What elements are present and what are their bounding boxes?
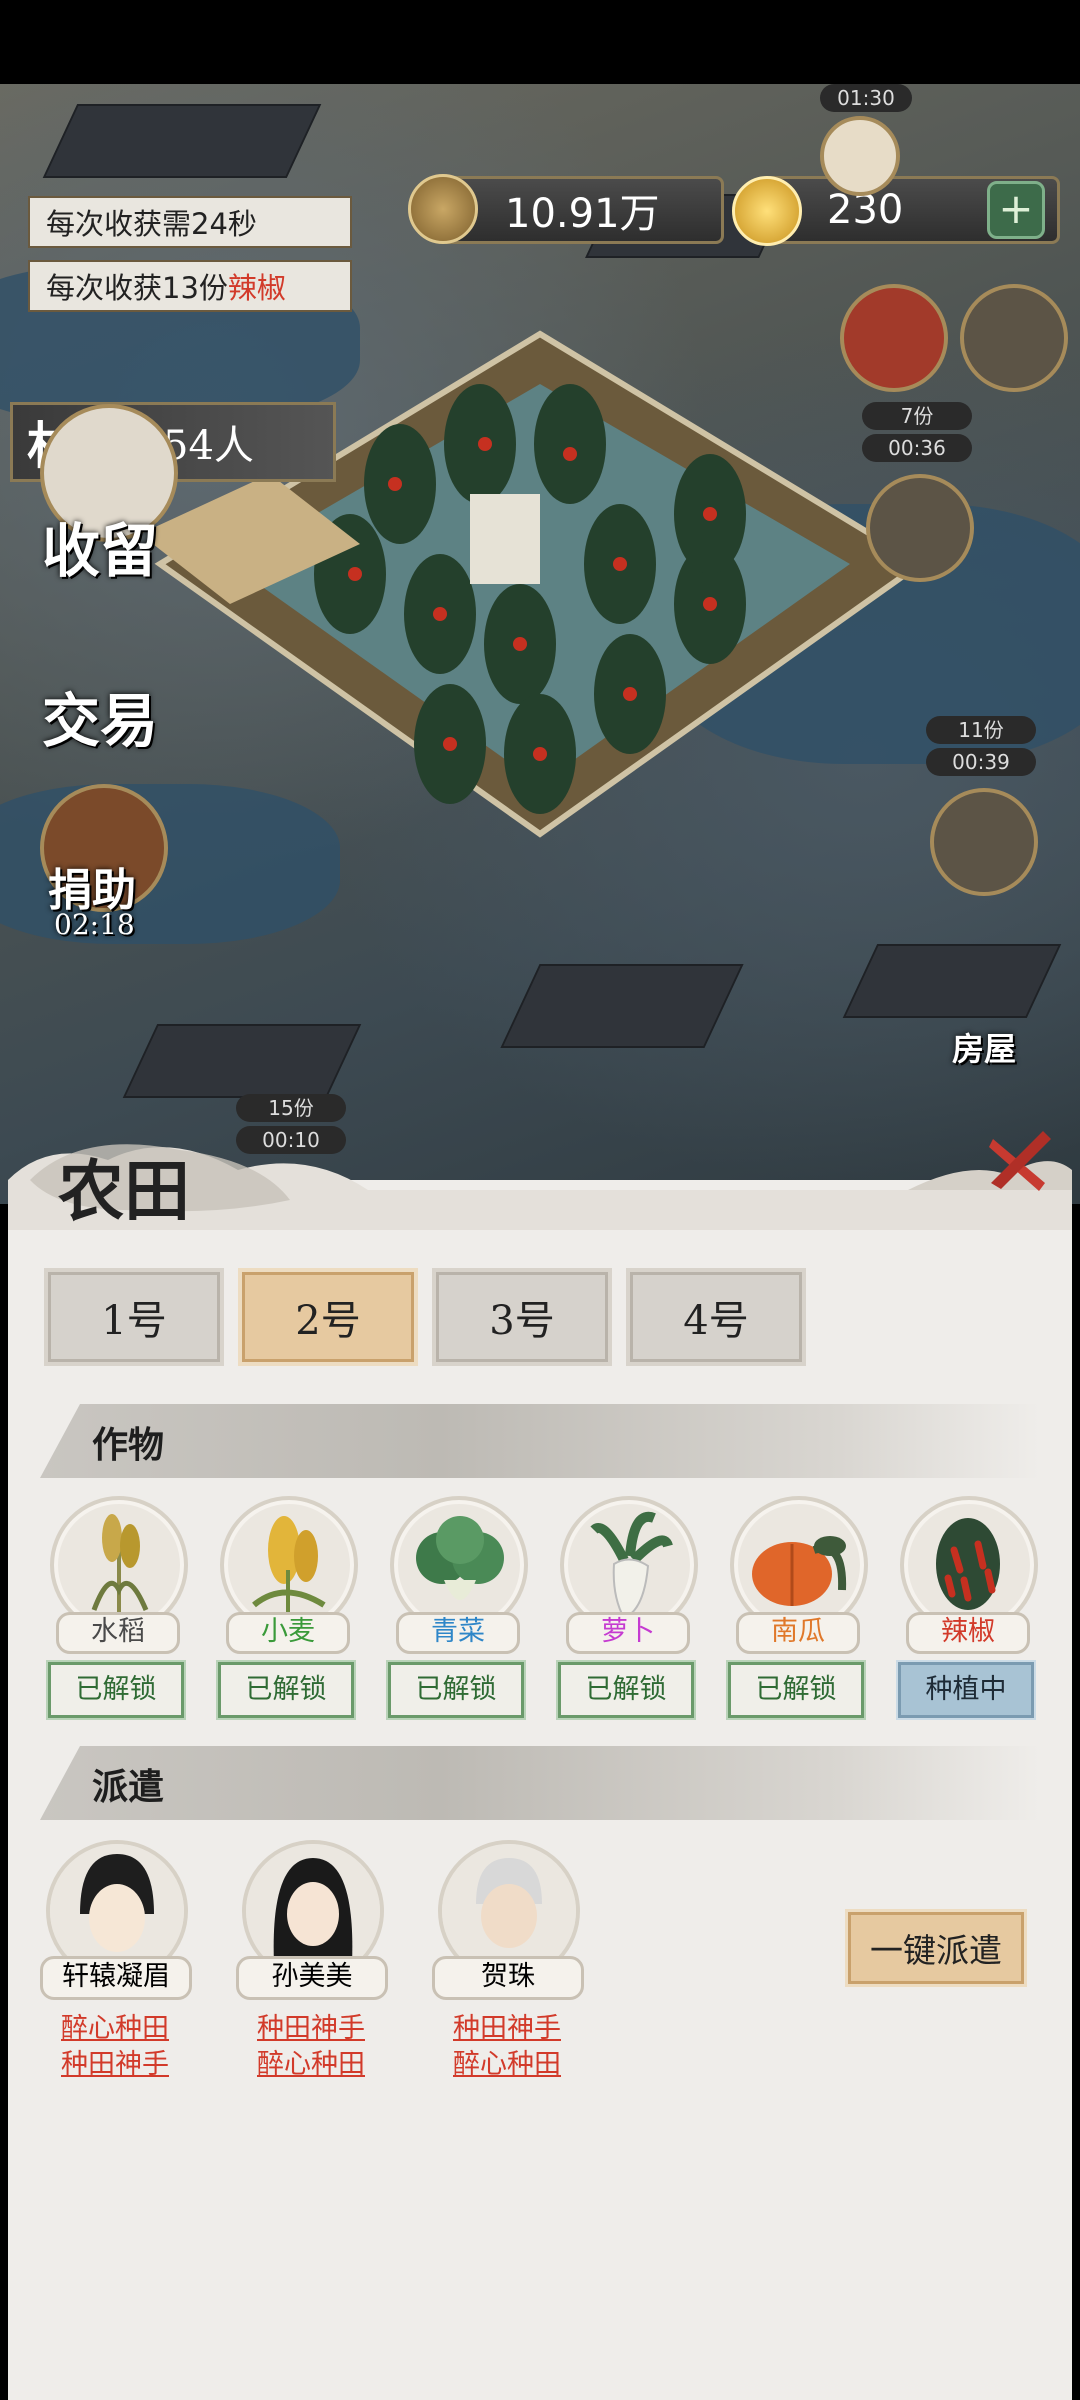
npc-avatar-icon[interactable] [820,116,900,196]
worker-skill[interactable]: 种田神手 [40,2042,190,2081]
crop-status[interactable]: 已解锁 [556,1660,696,1720]
worker-skill[interactable]: 种田神手 [236,2006,386,2045]
field-chili-icon[interactable] [866,474,974,582]
worker-skill[interactable]: 种田神手 [432,2006,582,2045]
worker-skill[interactable]: 醉心种田 [432,2042,582,2081]
field-badge-count: 11份 [926,716,1036,744]
tab-field-3[interactable]: 3号 [432,1268,612,1366]
crops-section-title: 作物 [92,1424,165,1466]
dispatch-section-title: 派遣 [92,1766,165,1808]
building-roof [42,104,322,178]
dispatch-section-header: 派遣 [40,1746,1040,1820]
building-roof [842,944,1062,1018]
tab-field-2[interactable]: 2号 [238,1268,418,1366]
crop-name: 小麦 [226,1612,350,1654]
worker-name: 孙美美 [236,1956,388,2000]
crop-item-radish[interactable]: 萝卜 已解锁 [550,1496,700,1726]
status-bar [0,0,1080,84]
crop-status[interactable]: 已解锁 [216,1660,356,1720]
crop-item-wheat[interactable]: 小麦 已解锁 [210,1496,360,1726]
crop-status[interactable]: 已解锁 [46,1660,186,1720]
crop-item-pumpkin[interactable]: 南瓜 已解锁 [720,1496,870,1726]
gold-ingot-icon [732,176,802,246]
crop-item-rice[interactable]: 水稻 已解锁 [40,1496,190,1726]
event-timer: 01:30 [820,84,912,112]
worker-card[interactable]: 轩辕凝眉 醉心种田 种田神手 [40,1840,192,2100]
worker-card[interactable]: 贺珠 种田神手 醉心种田 [432,1840,584,2100]
crop-item-greens[interactable]: 青菜 已解锁 [380,1496,530,1726]
building-roof [122,1024,362,1098]
harvest-time-info: 每次收获需24秒 [28,196,352,248]
field-crab-icon[interactable] [930,788,1038,896]
worker-skill[interactable]: 醉心种田 [236,2042,386,2081]
crops-section-header: 作物 [40,1404,1040,1478]
worker-name: 贺珠 [432,1956,584,2000]
money-counter[interactable]: 10.91万 [440,176,724,244]
harvest-crop-name: 辣椒 [227,271,286,305]
worker-name: 轩辕凝眉 [40,1956,192,2000]
money-value: 10.91万 [505,191,660,237]
crop-name: 青菜 [396,1612,520,1654]
copper-coin-icon [408,174,478,244]
tab-field-1[interactable]: 1号 [44,1268,224,1366]
shelter-button[interactable]: 收留 [42,504,158,588]
house-label[interactable]: 房屋 [952,1024,1016,1070]
crop-name: 辣椒 [906,1612,1030,1654]
trade-button[interactable]: 交易 [42,674,158,758]
donate-timer: 02:18 [54,908,135,941]
panel-title: 农田 [58,1152,190,1230]
game-map[interactable]: 每次收获需24秒 每次收获13份辣椒 10.91万 230 + 01:30 村民… [0,84,1080,1204]
crop-status[interactable]: 种植中 [896,1660,1036,1720]
crop-name: 水稻 [56,1612,180,1654]
field-badge-time: 00:39 [926,748,1036,776]
crop-status[interactable]: 已解锁 [386,1660,526,1720]
chili-farm[interactable] [150,314,930,874]
field-badge-time: 00:36 [862,434,972,462]
crop-status[interactable]: 已解锁 [726,1660,866,1720]
harvest-amount-text: 每次收获13份 [46,271,228,305]
close-icon[interactable] [985,1125,1055,1195]
crop-name: 萝卜 [566,1612,690,1654]
field-badge-count: 15份 [236,1094,346,1122]
worker-skill[interactable]: 醉心种田 [40,2006,190,2045]
quest-scroll-icon[interactable] [840,284,948,392]
one-click-dispatch-button[interactable]: 一键派遣 [845,1909,1027,1987]
gold-counter[interactable]: 230 + [764,176,1060,244]
settings-gear-icon[interactable] [960,284,1068,392]
crop-item-chili[interactable]: 辣椒 种植中 [890,1496,1040,1726]
field-badge-count: 7份 [862,402,972,430]
add-gold-icon[interactable]: + [987,181,1045,239]
harvest-time-text: 每次收获需24秒 [46,207,257,241]
worker-card[interactable]: 孙美美 种田神手 醉心种田 [236,1840,388,2100]
harvest-amount-info: 每次收获13份 辣椒 [28,260,352,312]
crop-name: 南瓜 [736,1612,860,1654]
tab-field-4[interactable]: 4号 [626,1268,806,1366]
building-roof [500,964,744,1048]
